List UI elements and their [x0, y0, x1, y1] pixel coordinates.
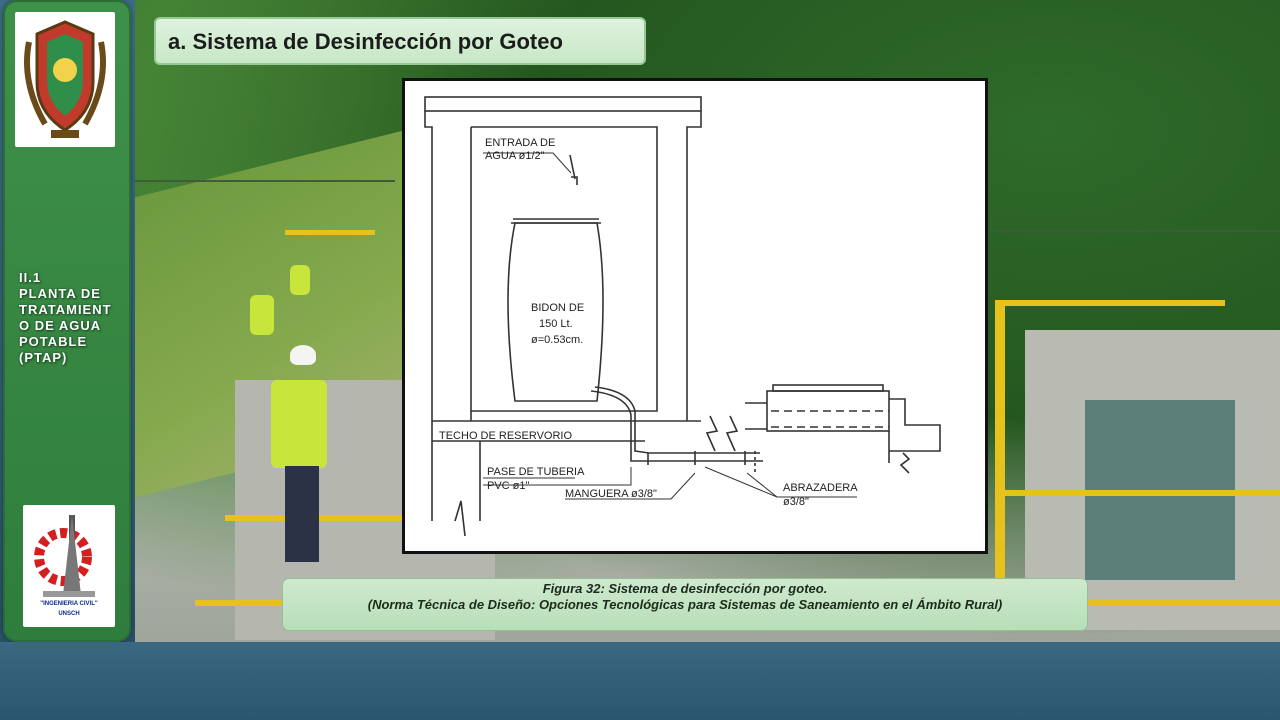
technical-drawing: ENTRADA DE AGUA ø1/2" BIDON DE 150 Lt. ø…	[402, 78, 988, 554]
fence	[135, 180, 395, 182]
civil-engineering-logo: "INGENIERIA CIVIL" UNSCH	[23, 505, 115, 627]
yellow-railing	[995, 300, 1225, 306]
yellow-railing	[285, 230, 375, 235]
worker	[271, 380, 327, 468]
wall-left	[424, 111, 433, 521]
university-crest-logo	[15, 12, 115, 147]
worker	[290, 265, 310, 295]
slide-title: a. Sistema de Desinfección por Goteo	[168, 29, 563, 54]
label-techo: TECHO DE RESERVORIO	[439, 430, 572, 442]
logo-caption: UNSCH	[58, 611, 80, 617]
label-pase: PVC ø1"	[487, 480, 530, 492]
worker-helmet	[290, 345, 316, 365]
worker	[285, 466, 319, 562]
label-pase: PASE DE TUBERIA	[487, 466, 585, 478]
label-abrazadera: ø3/8"	[783, 496, 809, 508]
section-label: II.1 PLANTA DE TRATAMIENT O DE AGUA POTA…	[19, 270, 112, 365]
label-bidon: BIDON DE	[531, 302, 584, 314]
fence	[995, 230, 1280, 232]
caption-title: Figura 32: Sistema de desinfección por g…	[542, 581, 828, 596]
caption-source: (Norma Técnica de Diseño: Opciones Tecno…	[367, 597, 1003, 612]
label-manguera: MANGUERA ø3/8"	[565, 488, 657, 500]
label-entrada: ENTRADA DE	[485, 137, 555, 149]
yellow-railing	[995, 300, 1005, 620]
label-bidon: ø=0.53cm.	[531, 334, 583, 346]
sidebar: II.1 PLANTA DE TRATAMIENT O DE AGUA POTA…	[3, 0, 131, 642]
footer-band	[0, 642, 1280, 720]
figure-caption: Figura 32: Sistema de desinfección por g…	[282, 578, 1088, 631]
label-entrada: AGUA ø1/2"	[485, 150, 545, 162]
label-abrazadera: ABRAZADERA	[783, 482, 858, 494]
yellow-railing	[995, 490, 1280, 496]
worker	[250, 295, 274, 335]
slab-top	[424, 96, 702, 112]
label-bidon: 150 Lt.	[539, 318, 573, 330]
slide-title-box: a. Sistema de Desinfección por Goteo	[154, 17, 646, 65]
logo-caption: "INGENIERIA CIVIL"	[40, 601, 98, 607]
